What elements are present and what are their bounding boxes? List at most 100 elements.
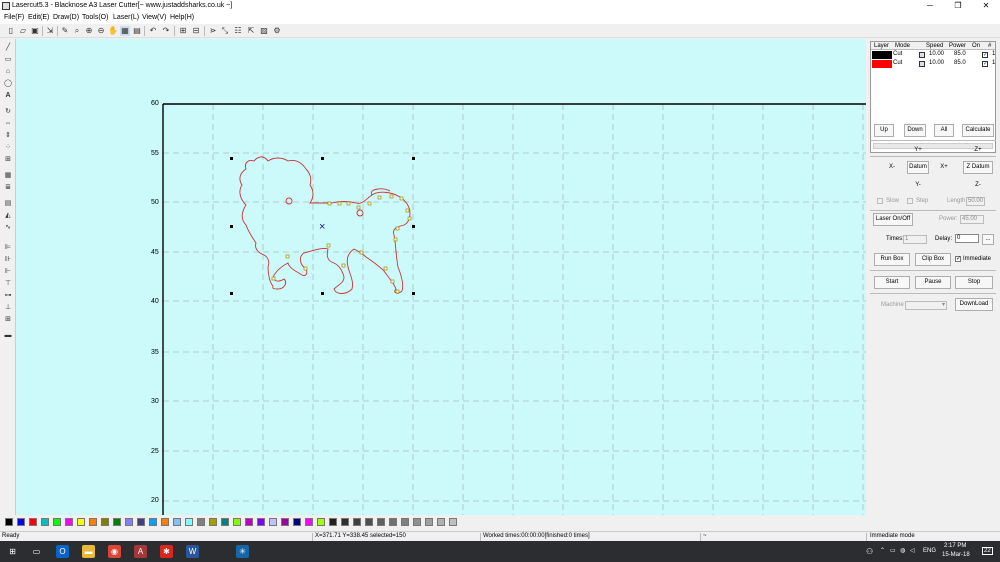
palette-swatch[interactable] — [221, 518, 229, 526]
palette-swatch[interactable] — [437, 518, 445, 526]
minimize-button[interactable]: ─ — [916, 0, 944, 12]
config-icon[interactable]: ⚙ — [272, 26, 282, 36]
lasercut-icon[interactable]: ✳ — [236, 545, 249, 558]
palette-swatch[interactable] — [365, 518, 373, 526]
volume-icon[interactable]: ◁ — [910, 547, 915, 554]
menu-draw[interactable]: Draw(D) — [53, 14, 79, 21]
z-minus-button[interactable]: Z- — [967, 179, 989, 192]
maximize-button[interactable]: ❐ — [944, 0, 972, 12]
menu-view[interactable]: View(V) — [142, 14, 166, 21]
palette-swatch[interactable] — [89, 518, 97, 526]
palette-swatch[interactable] — [137, 518, 145, 526]
z-datum-button[interactable]: Z Datum — [963, 161, 993, 174]
hatch-icon[interactable]: ▤ — [3, 199, 13, 208]
array-icon-left[interactable]: ⊞ — [3, 155, 13, 164]
dots-icon[interactable]: ⁘ — [3, 143, 13, 152]
close-button[interactable]: ✕ — [972, 0, 1000, 12]
palette-swatch[interactable] — [113, 518, 121, 526]
array-icon[interactable]: ☷ — [233, 26, 243, 36]
group-icon[interactable]: ⊞ — [178, 26, 188, 36]
palette-swatch[interactable] — [197, 518, 205, 526]
mirror-vertical-icon[interactable]: ⇕ — [3, 131, 13, 140]
align-right-icon[interactable]: ⊩ — [3, 267, 13, 276]
menu-laser[interactable]: Laser(L) — [113, 14, 139, 21]
open-icon[interactable]: ▱ — [18, 26, 28, 36]
tray-up-icon[interactable]: ⌃ — [880, 547, 885, 554]
align-top-icon[interactable]: ⊤ — [3, 279, 13, 288]
rectangle-icon[interactable]: ▭ — [3, 55, 13, 64]
palette-swatch[interactable] — [41, 518, 49, 526]
language-indicator[interactable]: ENG — [923, 548, 936, 554]
curve-icon[interactable]: ∿ — [3, 223, 13, 232]
save-icon[interactable]: ▣ — [30, 26, 40, 36]
palette-swatch[interactable] — [269, 518, 277, 526]
palette-swatch[interactable] — [257, 518, 265, 526]
eraser-icon[interactable]: ◭ — [3, 211, 13, 220]
align-middle-icon[interactable]: ⊶ — [3, 291, 13, 300]
step-checkbox[interactable] — [907, 198, 913, 204]
select-icon[interactable]: ▤ — [132, 26, 142, 36]
align-icon[interactable]: ▦ — [3, 171, 13, 180]
layer-icon[interactable]: ≣ — [3, 183, 13, 192]
acrobat-icon[interactable]: ✱ — [160, 545, 173, 558]
mode-dropdown-icon[interactable] — [919, 52, 925, 58]
palette-swatch[interactable] — [101, 518, 109, 526]
export-icon[interactable]: ✎ — [60, 26, 70, 36]
palette-swatch[interactable] — [377, 518, 385, 526]
mode-dropdown-icon[interactable] — [919, 61, 925, 67]
palette-swatch[interactable] — [29, 518, 37, 526]
ellipse-icon[interactable]: ◯ — [3, 79, 13, 88]
palette-swatch[interactable] — [305, 518, 313, 526]
down-button[interactable]: Down — [904, 124, 926, 137]
palette-swatch[interactable] — [245, 518, 253, 526]
battery-icon[interactable]: ▭ — [890, 547, 896, 554]
palette-swatch[interactable] — [293, 518, 301, 526]
immediate-checkbox[interactable]: ✓ — [955, 256, 961, 262]
palette-swatch[interactable] — [401, 518, 409, 526]
notification-badge[interactable]: 22 — [982, 547, 993, 555]
up-button[interactable]: Up — [874, 124, 894, 137]
x-minus-button[interactable]: X- — [881, 161, 903, 174]
layer-on-checkbox[interactable]: ✓ — [982, 52, 988, 58]
node-edit-icon[interactable]: ⤡ — [220, 26, 230, 36]
times-input[interactable]: 1 — [903, 235, 927, 244]
palette-swatch[interactable] — [389, 518, 397, 526]
palette-swatch[interactable] — [125, 518, 133, 526]
palette-swatch[interactable] — [233, 518, 241, 526]
start-windows-icon[interactable]: ⊞ — [6, 545, 19, 558]
align-left-icon[interactable]: ⊫ — [3, 243, 13, 252]
x-plus-button[interactable]: X+ — [933, 161, 955, 174]
align-bottom-icon[interactable]: ⊥ — [3, 303, 13, 312]
layer-row[interactable]: Cut 10.00 85.0 ✓ 1 — [871, 51, 997, 59]
stop-button[interactable]: Stop — [955, 276, 993, 289]
palette-swatch[interactable] — [353, 518, 361, 526]
task-view-icon[interactable]: ▭ — [30, 545, 43, 558]
z-plus-button[interactable]: Z+ — [967, 144, 989, 157]
palette-swatch[interactable] — [341, 518, 349, 526]
palette-swatch[interactable] — [53, 518, 61, 526]
pan-hand-icon[interactable]: ✋ — [108, 26, 118, 36]
access-icon[interactable]: A — [134, 545, 147, 558]
length-input[interactable]: 50.00 — [966, 197, 985, 206]
start-button[interactable]: Start — [874, 276, 910, 289]
clock-date[interactable]: 15-Mar-18 — [942, 552, 970, 558]
y-minus-button[interactable]: Y- — [907, 179, 929, 192]
palette-swatch[interactable] — [17, 518, 25, 526]
rotate-icon[interactable]: ↻ — [3, 107, 13, 116]
scale-icon[interactable]: ⇱ — [246, 26, 256, 36]
palette-swatch[interactable] — [209, 518, 217, 526]
polyline-icon[interactable]: ⌂ — [3, 67, 13, 76]
ungroup-icon[interactable]: ⊟ — [191, 26, 201, 36]
delay-input[interactable]: 0 — [955, 234, 979, 243]
drawing-canvas[interactable]: 60 55 50 45 40 35 30 25 20 × — [16, 39, 866, 515]
file-explorer-icon[interactable]: ▬ — [82, 545, 95, 558]
palette-swatch[interactable] — [449, 518, 457, 526]
palette-swatch[interactable] — [425, 518, 433, 526]
chrome-icon[interactable]: ◉ — [108, 545, 121, 558]
palette-swatch[interactable] — [185, 518, 193, 526]
palette-swatch[interactable] — [173, 518, 181, 526]
word-icon[interactable]: W — [186, 545, 199, 558]
network-icon[interactable]: ◍ — [900, 547, 905, 554]
outlook-icon[interactable]: O — [56, 545, 69, 558]
layer-row[interactable]: Cut 10.00 85.0 ✓ 1 — [871, 60, 997, 68]
